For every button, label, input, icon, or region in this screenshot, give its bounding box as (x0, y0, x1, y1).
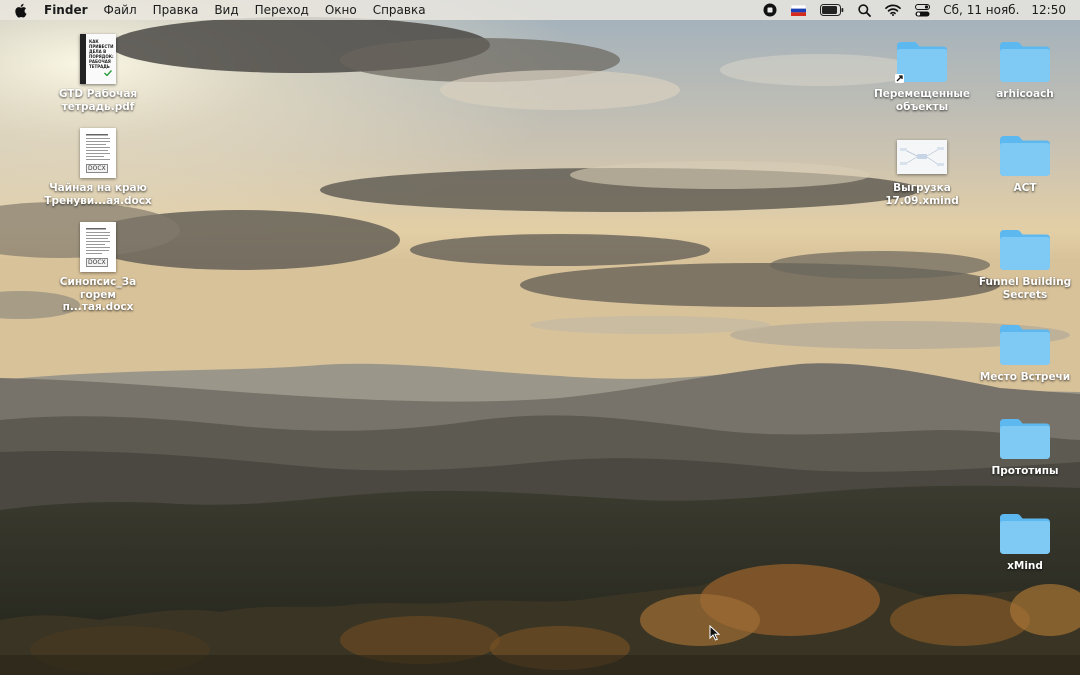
desktop-icon-label: Чайная на краю Тренуви...ая.docx (44, 182, 152, 207)
desktop-folder-act[interactable]: ACT (970, 122, 1080, 195)
desktop-icon-label: arhicoach (996, 88, 1054, 100)
desktop-icon-label: Место Встречи (979, 371, 1071, 383)
desktop-icon-label: Выгрузка 17.09.xmind (885, 182, 959, 207)
desktop-icon-moved-items-alias[interactable]: Перемещенные объекты (867, 28, 977, 113)
folder-alias-icon (895, 28, 949, 84)
desktop-folder-arhicoach[interactable]: arhicoach (970, 28, 1080, 101)
mouse-cursor-icon (709, 624, 721, 645)
docx-file-icon: DOCX (80, 216, 116, 272)
menu-file[interactable]: Файл (96, 0, 145, 20)
menu-bar-right: Сб, 11 нояб. 12:50 (756, 0, 1080, 20)
desktop-folder-mesto-vstrechi[interactable]: Место Встречи (970, 311, 1080, 384)
desktop-icon-label: Синопсис_За горем п...тая.docx (59, 276, 137, 313)
menu-edit[interactable]: Правка (145, 0, 207, 20)
menu-bar: Finder Файл Правка Вид Переход Окно Спра… (0, 0, 1080, 20)
menu-go[interactable]: Переход (247, 0, 317, 20)
docx-badge: DOCX (86, 164, 108, 173)
menu-bar-left: Finder Файл Правка Вид Переход Окно Спра… (0, 0, 434, 20)
folder-icon (998, 405, 1052, 461)
pdf-file-icon: КАК ПРИВЕСТИ ДЕЛА В ПОРЯДОК: РАБОЧАЯ ТЕТ… (80, 28, 116, 84)
search-icon[interactable] (851, 0, 878, 20)
folder-icon (998, 500, 1052, 556)
battery-icon[interactable] (813, 0, 851, 20)
desktop-icon-sinopsis-docx[interactable]: DOCX Синопсис_За горем п...тая.docx (43, 216, 153, 314)
folder-icon (998, 216, 1052, 272)
menu-window[interactable]: Окно (317, 0, 365, 20)
alias-arrow-icon (895, 74, 904, 83)
docx-badge: DOCX (86, 258, 108, 267)
menu-app-finder[interactable]: Finder (40, 0, 96, 20)
folder-icon (998, 122, 1052, 178)
folder-icon (998, 311, 1052, 367)
menu-help[interactable]: Справка (365, 0, 434, 20)
apple-menu-icon[interactable] (0, 3, 40, 18)
folder-icon (998, 28, 1052, 84)
menu-bar-clock[interactable]: 12:50 (1025, 3, 1080, 17)
docx-file-icon: DOCX (80, 122, 116, 178)
desktop-icon-chaynaya-docx[interactable]: DOCX Чайная на краю Тренуви...ая.docx (43, 122, 153, 207)
xmind-file-icon (897, 122, 947, 178)
desktop-icon-xmind-export[interactable]: Выгрузка 17.09.xmind (867, 122, 977, 207)
record-icon[interactable] (756, 0, 784, 20)
desktop-icon-label: Прототипы (991, 465, 1059, 477)
desktop-icon-label: ACT (1013, 182, 1037, 194)
wifi-icon[interactable] (878, 0, 908, 20)
pdf-cover-text: КАК ПРИВЕСТИ ДЕЛА В ПОРЯДОК: РАБОЧАЯ ТЕТ… (89, 39, 114, 69)
control-center-icon[interactable] (908, 0, 937, 20)
desktop-folder-funnel-building-secrets[interactable]: Funnel Building Secrets (970, 216, 1080, 301)
desktop-folder-xmind[interactable]: xMind (970, 500, 1080, 573)
menu-view[interactable]: Вид (206, 0, 246, 20)
menu-bar-date[interactable]: Сб, 11 нояб. (937, 3, 1025, 17)
desktop-icon-label: Перемещенные объекты (873, 88, 971, 113)
russian-flag-icon[interactable] (784, 0, 813, 20)
desktop-icon-label: GTD Рабочая тетрадь.pdf (58, 88, 138, 113)
desktop-icon-label: Funnel Building Secrets (978, 276, 1072, 301)
desktop-folder-prototypes[interactable]: Прототипы (970, 405, 1080, 478)
desktop-icon-gtd-pdf[interactable]: КАК ПРИВЕСТИ ДЕЛА В ПОРЯДОК: РАБОЧАЯ ТЕТ… (43, 28, 153, 113)
desktop-icon-label: xMind (1007, 560, 1043, 572)
